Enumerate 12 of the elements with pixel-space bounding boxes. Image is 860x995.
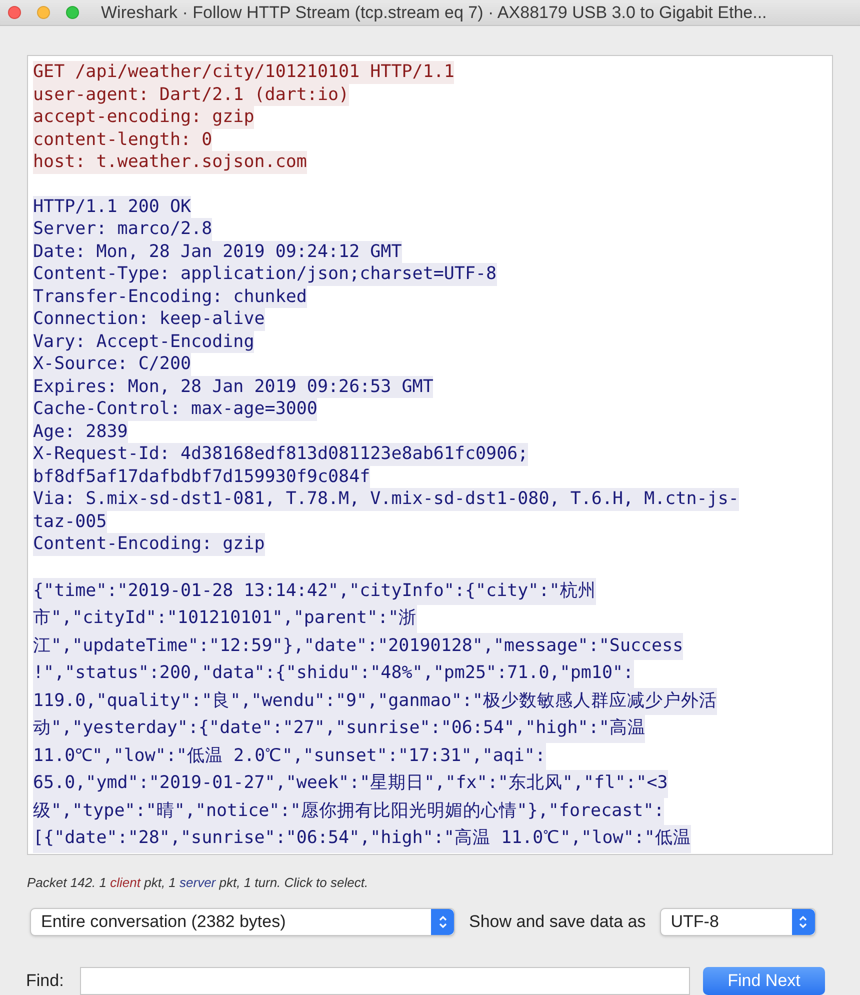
find-field[interactable] bbox=[80, 967, 690, 995]
format-label: Show and save data as bbox=[469, 911, 646, 934]
find-label: Find: bbox=[26, 970, 65, 992]
stepper-icon bbox=[792, 909, 815, 935]
conversation-select[interactable]: Entire conversation (2382 bytes) bbox=[30, 908, 455, 936]
close-button[interactable] bbox=[8, 6, 21, 19]
format-select[interactable]: UTF-8 bbox=[660, 908, 816, 936]
minimize-button[interactable] bbox=[37, 6, 50, 19]
stepper-icon bbox=[431, 909, 454, 935]
maximize-button[interactable] bbox=[66, 6, 79, 19]
window-title: Wireshark · Follow HTTP Stream (tcp.stream eq 7) · AX88179 USB 3.0 to Gigabit Ethe... bbox=[101, 2, 767, 24]
packet-summary: Packet 142. 1 client pkt, 1 server pkt, 1 turn. Click to select. bbox=[27, 874, 368, 892]
